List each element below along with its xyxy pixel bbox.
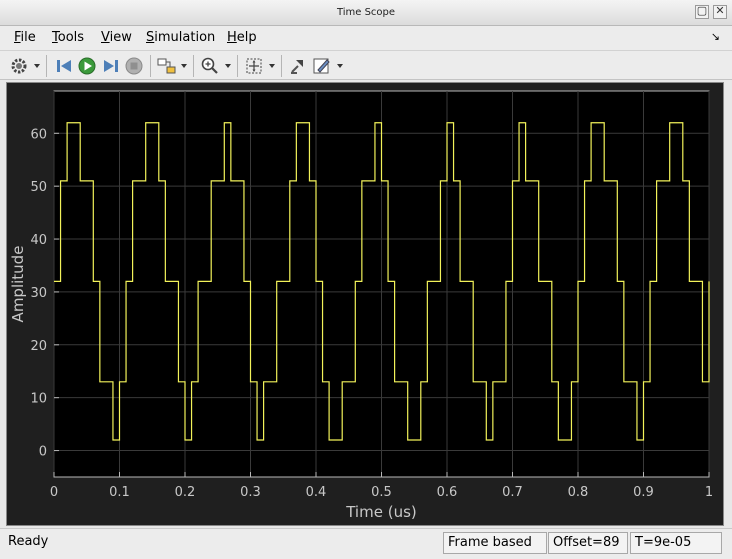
- edit-style-dropdown-arrow[interactable]: [337, 64, 343, 68]
- y-axis-label: Amplitude: [9, 246, 27, 323]
- stop-icon: [125, 57, 143, 75]
- autoscale-dropdown-arrow[interactable]: [269, 64, 275, 68]
- close-icon: ✕: [715, 4, 725, 17]
- autoscale-icon: [246, 58, 262, 74]
- step-forward-icon: [104, 60, 118, 72]
- stop-button[interactable]: [124, 55, 144, 77]
- y-tick-label: 50: [30, 180, 47, 195]
- toolbar-separator: [150, 55, 151, 77]
- toolbar-separator: [193, 55, 194, 77]
- close-window-button[interactable]: ✕: [713, 4, 727, 19]
- y-tick-label: 60: [30, 127, 47, 142]
- x-tick-label: 0.5: [371, 485, 392, 500]
- y-tick-label: 40: [30, 233, 47, 248]
- step-back-button[interactable]: [54, 55, 74, 77]
- x-tick-label: 0.1: [109, 485, 130, 500]
- autoscale-button[interactable]: [244, 55, 264, 77]
- menu-simulation[interactable]: Simulation: [146, 30, 215, 45]
- x-tick-label: 0.7: [502, 485, 523, 500]
- toolbar-separator: [46, 55, 47, 77]
- restore-window-button[interactable]: ▢: [695, 4, 709, 19]
- status-offset: Offset=89: [548, 532, 628, 554]
- status-bar: Ready Frame based Offset=89 T=9e-05: [0, 528, 732, 559]
- menu-help[interactable]: Help: [227, 30, 257, 45]
- x-tick-label: 0.9: [633, 485, 654, 500]
- settings-button[interactable]: [9, 55, 29, 77]
- highlight-dropdown-arrow[interactable]: [181, 64, 187, 68]
- x-tick-label: 0.3: [240, 485, 261, 500]
- x-tick-label: 0.6: [437, 485, 458, 500]
- scope-display[interactable]: 0 0.1 0.2 0.3 0.4 0.5 0.6 0.7 0.8 0.9 1 0 10 20 30 40 50…: [6, 82, 724, 526]
- y-tick-label: 10: [30, 392, 47, 407]
- run-button[interactable]: [77, 55, 97, 77]
- settings-dropdown-arrow[interactable]: [34, 64, 40, 68]
- x-tick-label: 1: [705, 485, 713, 500]
- status-frame-mode: Frame based: [443, 532, 547, 554]
- y-tick-label: 0: [39, 445, 47, 460]
- menu-tools[interactable]: Tools: [52, 30, 84, 45]
- time-scope-plot[interactable]: 0 0.1 0.2 0.3 0.4 0.5 0.6 0.7 0.8 0.9 101020304050…: [7, 83, 723, 525]
- toolbar-separator: [281, 55, 282, 77]
- restore-icon: ▢: [696, 4, 708, 17]
- x-tick-label: 0.2: [175, 485, 196, 500]
- highlight-block-button[interactable]: [156, 55, 178, 77]
- menu-bar: File Tools View Simulation Help ↘: [0, 26, 732, 50]
- toolbar-separator: [237, 55, 238, 77]
- zoom-in-button[interactable]: [200, 55, 220, 77]
- undock-arrow-icon[interactable]: ↘: [711, 30, 720, 43]
- window-title: Time Scope: [336, 7, 396, 18]
- highlight-block-icon: [157, 58, 176, 74]
- settings-gear-icon: [11, 58, 27, 74]
- x-tick-label: 0: [50, 485, 58, 500]
- y-tick-label: 30: [30, 286, 47, 301]
- zoom-in-icon: [201, 57, 218, 74]
- status-time: T=9e-05: [630, 532, 722, 554]
- status-ready-text: Ready: [8, 534, 49, 549]
- step-back-icon: [57, 60, 71, 72]
- menu-file[interactable]: File: [14, 30, 36, 45]
- restore-view-icon: [291, 60, 303, 74]
- edit-style-icon: [313, 58, 330, 74]
- x-tick-label: 0.4: [306, 485, 327, 500]
- toolbar: [0, 50, 732, 80]
- window-titlebar[interactable]: Time Scope ▢ ✕: [0, 0, 732, 26]
- restore-view-button[interactable]: [288, 55, 308, 77]
- y-tick-label: 20: [30, 339, 47, 354]
- edit-style-button[interactable]: [311, 55, 333, 77]
- step-forward-button[interactable]: [101, 55, 121, 77]
- x-axis-label: Time (us): [345, 503, 417, 521]
- x-tick-label: 0.8: [568, 485, 589, 500]
- zoom-dropdown-arrow[interactable]: [225, 64, 231, 68]
- menu-view[interactable]: View: [101, 30, 132, 45]
- run-icon: [78, 57, 96, 75]
